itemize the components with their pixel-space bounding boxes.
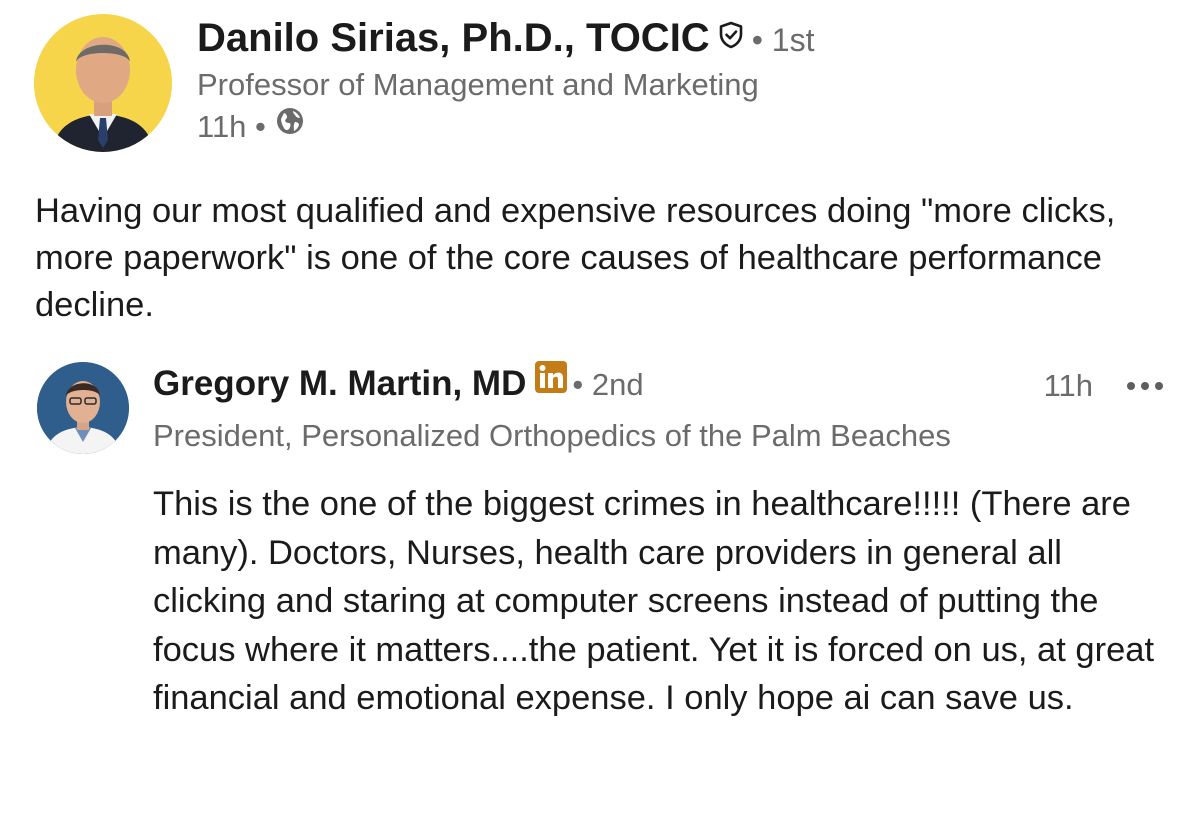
linkedin-icon — [534, 359, 568, 407]
post-time: 11h • — [197, 109, 266, 144]
commenter-name-text[interactable]: Gregory M. Martin, MD — [153, 364, 526, 403]
author-name[interactable]: Danilo Sirias, Ph.D., TOCIC • 1st — [197, 14, 814, 64]
commenter-name[interactable]: Gregory M. Martin, MD • 2nd — [153, 360, 644, 410]
comment: Gregory M. Martin, MD • 2nd 11h President… — [37, 360, 1177, 815]
comment-text: This is the one of the biggest crimes in… — [153, 485, 1155, 717]
comment-time: 11h — [1043, 368, 1093, 403]
author-name-text[interactable]: Danilo Sirias, Ph.D., TOCIC — [197, 16, 710, 60]
commenter-connection-degree: • 2nd — [572, 367, 644, 402]
connection-degree: • 1st — [751, 22, 815, 58]
shield-check-icon[interactable] — [716, 13, 746, 61]
post-header: Danilo Sirias, Ph.D., TOCIC • 1st Profess… — [34, 14, 1174, 154]
post-meta: 11h • — [197, 107, 306, 150]
post-text: Having our most qualified and expensive … — [35, 192, 1116, 324]
author-headline: Professor of Management and Marketing — [197, 67, 759, 102]
more-options-icon[interactable] — [1125, 374, 1165, 398]
globe-icon — [274, 105, 306, 147]
author-avatar[interactable] — [34, 14, 172, 152]
commenter-headline: President, Personalized Orthopedics of t… — [153, 418, 951, 453]
commenter-avatar[interactable] — [37, 362, 129, 454]
